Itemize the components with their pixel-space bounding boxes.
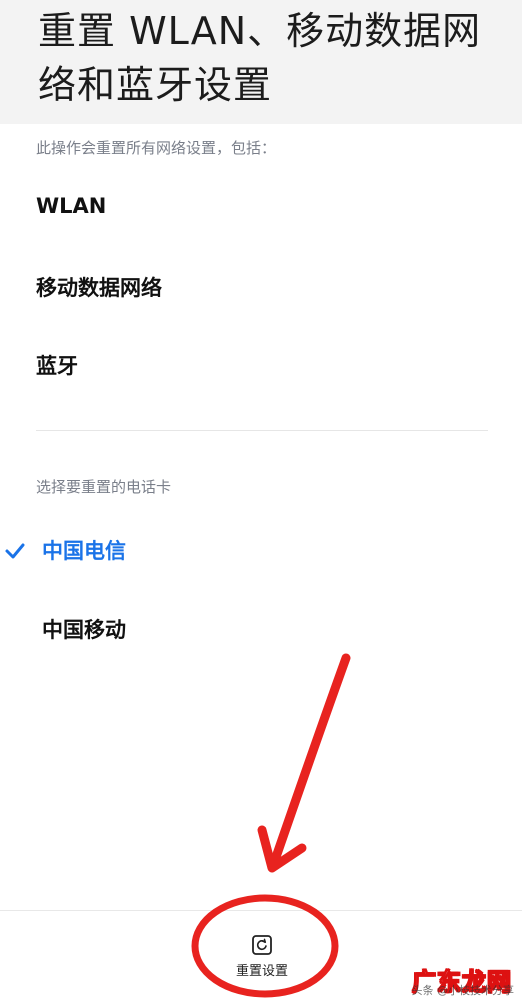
scope-item-wlan: WLAN (36, 194, 107, 218)
scope-item-mobile-data: 移动数据网络 (36, 276, 162, 300)
red-arrow-annotation (257, 653, 351, 873)
reset-settings-button[interactable]: 重置设置 (212, 930, 312, 990)
reset-settings-label: 重置设置 (235, 964, 288, 979)
sim-option-china-mobile[interactable]: 中国移动 (42, 614, 126, 644)
watermark-subtext: 头条 @小枝技术分享 (411, 984, 515, 997)
page-header: 重置 WLAN、移动数据网络和蓝牙设置 (0, 0, 522, 124)
page-title: 重置 WLAN、移动数据网络和蓝牙设置 (38, 9, 482, 107)
divider (36, 430, 488, 431)
checkmark-icon (5, 543, 25, 559)
scope-item-bluetooth: 蓝牙 (36, 354, 78, 378)
reset-scope-description: 此操作会重置所有网络设置，包括： (36, 139, 277, 157)
sim-option-china-telecom[interactable]: 中国电信 (42, 535, 126, 565)
sim-selection-description: 选择要重置的电话卡 (36, 478, 172, 496)
reset-icon (252, 935, 272, 955)
